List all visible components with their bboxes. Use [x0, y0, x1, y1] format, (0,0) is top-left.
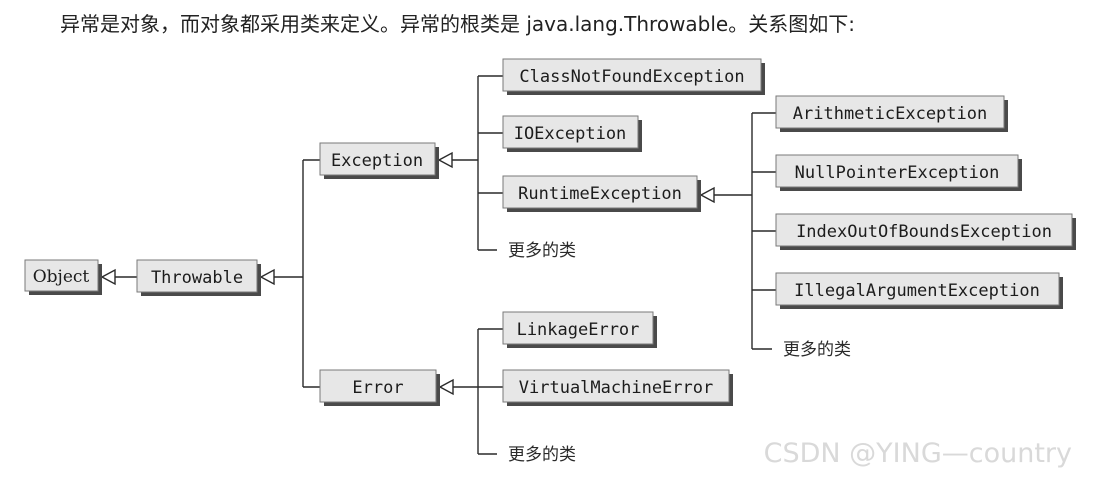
arrow-bus-throwable [259, 268, 275, 286]
node-error-label: Error [352, 378, 403, 398]
node-null-pointer-exception: NullPointerException [775, 154, 1022, 191]
more-classes-exception: 更多的类 [508, 241, 576, 261]
node-virtual-machine-error: VirtualMachineError [502, 369, 733, 406]
node-linkage-error-label: LinkageError [517, 320, 640, 340]
node-object-label: Object [33, 267, 90, 287]
node-error: Error [319, 369, 440, 406]
arrow-throwable-object [100, 268, 116, 286]
node-throwable-label: Throwable [151, 268, 243, 288]
arrow-bus-runtime [699, 186, 715, 204]
node-virtual-machine-error-label: VirtualMachineError [519, 378, 713, 398]
node-class-not-found-exception: ClassNotFoundException [502, 58, 765, 95]
watermark-text: CSDN @YING—country [764, 438, 1072, 469]
node-arithmetic-label: ArithmeticException [793, 104, 987, 124]
node-index-out-of-bounds-exception: IndexOutOfBoundsException [775, 213, 1076, 250]
node-exception: Exception [319, 142, 439, 179]
node-linkage-error: LinkageError [502, 311, 657, 348]
node-index-out-of-bounds-label: IndexOutOfBoundsException [796, 222, 1052, 242]
node-null-pointer-label: NullPointerException [795, 163, 1000, 183]
exception-hierarchy-diagram: Object Throwable Exception Error ClassNo… [24, 58, 1076, 469]
node-illegal-argument-exception: IllegalArgumentException [775, 272, 1063, 309]
node-illegal-argument-label: IllegalArgumentException [794, 281, 1040, 301]
node-object: Object [24, 259, 102, 295]
node-class-not-found-label: ClassNotFoundException [519, 67, 744, 87]
more-classes-error: 更多的类 [508, 445, 576, 465]
more-classes-runtime: 更多的类 [783, 340, 851, 360]
node-runtime-exception: RuntimeException [502, 175, 701, 212]
node-runtime-exception-label: RuntimeException [518, 184, 682, 204]
node-arithmetic-exception: ArithmeticException [775, 95, 1008, 132]
arrow-bus-error [438, 378, 454, 396]
node-io-exception: IOException [502, 115, 642, 152]
node-exception-label: Exception [331, 151, 423, 171]
node-io-exception-label: IOException [514, 124, 627, 144]
node-throwable: Throwable [136, 259, 261, 296]
arrow-bus-exception [437, 151, 453, 169]
